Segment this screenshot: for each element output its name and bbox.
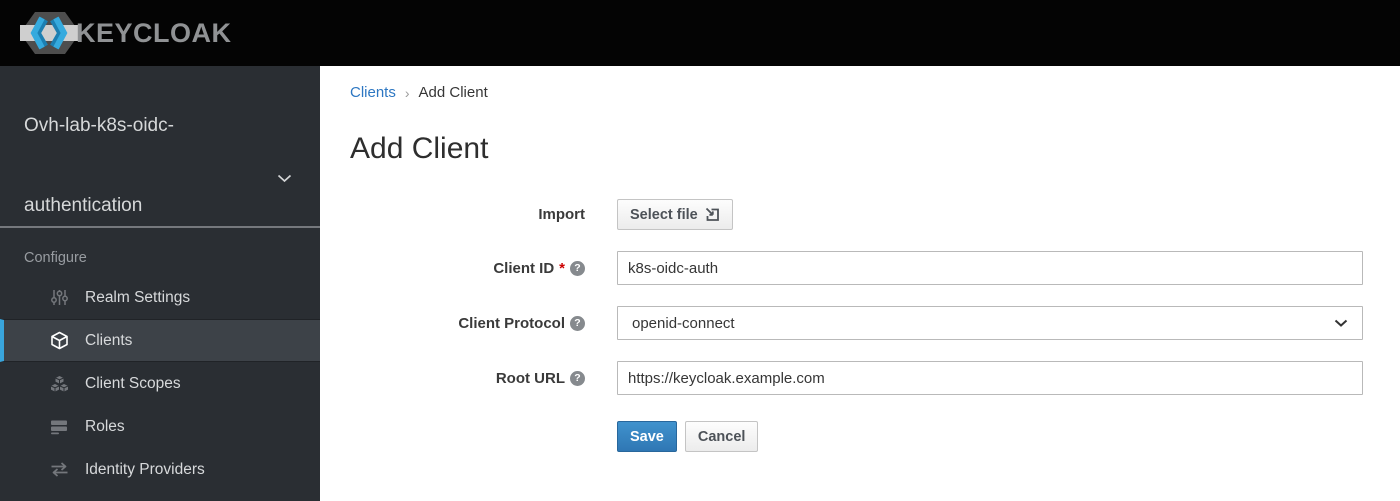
select-file-label: Select file: [630, 206, 698, 223]
breadcrumb: Clients › Add Client: [350, 84, 1400, 101]
page-title: Add Client: [350, 132, 489, 165]
realm-name-line1: Ovh-lab-k8s-oidc-: [24, 115, 174, 136]
realm-selector[interactable]: Ovh-lab-k8s-oidc- authentication: [0, 66, 320, 228]
client-protocol-value: openid-connect: [632, 314, 735, 332]
help-icon: ?: [570, 260, 585, 276]
breadcrumb-clients-link[interactable]: Clients: [350, 84, 396, 101]
realm-name: Ovh-lab-k8s-oidc- authentication: [24, 86, 264, 246]
sidebar-item-label: Roles: [85, 417, 125, 435]
sidebar: Ovh-lab-k8s-oidc- authentication Configu…: [0, 66, 320, 501]
client-protocol-row: Client Protocol ? openid-connect: [350, 306, 1400, 340]
sidebar-item-label: Clients: [85, 331, 133, 349]
sidebar-item-label: Identity Providers: [85, 460, 205, 478]
client-protocol-label: Client Protocol: [458, 314, 565, 332]
client-protocol-select[interactable]: openid-connect: [617, 306, 1363, 340]
cube-icon: [48, 331, 70, 350]
root-url-row: Root URL ?: [350, 361, 1400, 395]
keycloak-logo-text: KEYCLOAK: [76, 17, 232, 48]
sliders-icon: [48, 289, 70, 306]
sidebar-section-configure: Configure: [24, 250, 87, 266]
help-icon: ?: [570, 315, 585, 331]
keycloak-logo[interactable]: KEYCLOAK: [18, 10, 232, 56]
chevron-down-icon: [1334, 319, 1348, 327]
sidebar-item-client-scopes[interactable]: Client Scopes: [0, 362, 320, 405]
breadcrumb-current: Add Client: [418, 84, 488, 101]
realm-name-line2: authentication: [24, 195, 143, 216]
import-label: Import: [538, 206, 585, 223]
sidebar-item-identity-providers[interactable]: Identity Providers: [0, 448, 320, 491]
required-asterisk: *: [559, 259, 565, 277]
sidebar-item-clients[interactable]: Clients: [0, 319, 320, 362]
client-id-input[interactable]: [617, 251, 1363, 285]
sidebar-item-realm-settings[interactable]: Realm Settings: [0, 276, 320, 319]
import-file-icon: [705, 207, 720, 222]
cubes-icon: [48, 375, 70, 393]
select-file-button[interactable]: Select file: [617, 199, 733, 230]
sidebar-item-label: Client Scopes: [85, 374, 181, 392]
breadcrumb-separator: ›: [404, 84, 410, 101]
sidebar-item-label: Realm Settings: [85, 288, 191, 306]
form-actions: Save Cancel: [617, 421, 1400, 452]
topbar: KEYCLOAK: [0, 0, 1400, 66]
add-client-form: Import Select file Client ID * ? k8s-oid…: [350, 199, 1400, 452]
import-row: Import Select file: [350, 199, 1400, 230]
main-content: Clients › Add Client Add Client Import S…: [320, 66, 1400, 501]
keycloak-logo-icon: [18, 10, 82, 56]
exchange-icon: [48, 462, 70, 477]
cancel-button[interactable]: Cancel: [684, 421, 759, 452]
list-icon: [48, 419, 70, 435]
client-id-row: Client ID * ?: [350, 251, 1400, 285]
sidebar-item-roles[interactable]: Roles: [0, 405, 320, 448]
client-id-label: Client ID: [493, 259, 555, 277]
save-button[interactable]: Save: [617, 421, 677, 452]
help-icon: ?: [570, 370, 585, 386]
chevron-down-icon: [277, 170, 292, 188]
root-url-input[interactable]: [617, 361, 1363, 395]
root-url-label: Root URL: [495, 369, 565, 387]
